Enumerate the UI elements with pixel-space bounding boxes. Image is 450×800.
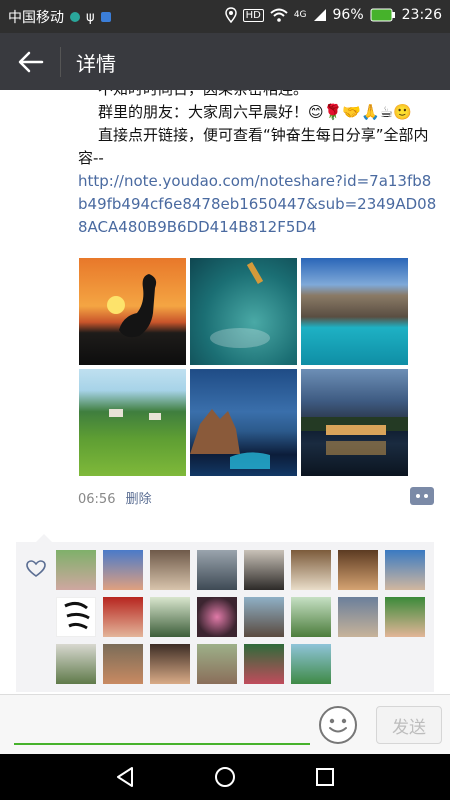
- avatar[interactable]: [197, 644, 237, 684]
- signal-icon: [313, 9, 326, 21]
- input-underline: [14, 743, 310, 745]
- avatar[interactable]: [56, 644, 96, 684]
- avatar[interactable]: [103, 550, 143, 590]
- clock-label: 23:26: [401, 7, 442, 23]
- photo-green-village[interactable]: [79, 369, 186, 476]
- back-arrow-icon[interactable]: [18, 49, 44, 75]
- avatar[interactable]: [56, 550, 96, 590]
- photo-teal-water[interactable]: [190, 258, 297, 365]
- title-divider: [60, 47, 61, 77]
- post-meta: 06:56 删除: [78, 488, 152, 507]
- avatar[interactable]: [150, 597, 190, 637]
- network-label: 4G: [293, 10, 307, 20]
- carrier-label: 中国移动: [8, 10, 64, 26]
- post-link[interactable]: http://note.youdao.com/noteshare?id=7a13…: [78, 170, 438, 239]
- avatar[interactable]: [385, 550, 425, 590]
- emoji-button[interactable]: [319, 706, 357, 744]
- usb-icon: ψ: [86, 9, 95, 25]
- hd-badge: HD: [242, 8, 264, 22]
- avatar[interactable]: [197, 597, 237, 637]
- avatar[interactable]: [291, 644, 331, 684]
- send-button[interactable]: 发送: [376, 706, 442, 744]
- nav-back-icon[interactable]: [114, 766, 136, 788]
- comment-input[interactable]: [14, 707, 314, 743]
- nav-recents-icon[interactable]: [314, 766, 336, 788]
- avatar[interactable]: [244, 550, 284, 590]
- avatar[interactable]: [338, 550, 378, 590]
- avatar[interactable]: [244, 597, 284, 637]
- nav-home-icon[interactable]: [214, 766, 236, 788]
- avatar[interactable]: [56, 597, 96, 637]
- status-bar: 中国移动 ψ HD 4G 96% 23:26: [0, 0, 450, 33]
- post-line-2: 群里的朋友：大家周六早晨好！😊🌹🤝🙏☕🙂: [98, 103, 412, 121]
- battery-label: 96%: [332, 7, 364, 23]
- wechat-notify-icon: [70, 12, 80, 22]
- avatar[interactable]: [338, 597, 378, 637]
- avatar[interactable]: [291, 597, 331, 637]
- avatar[interactable]: [385, 597, 425, 637]
- avatar[interactable]: [291, 550, 331, 590]
- photo-grid: [79, 258, 409, 476]
- photo-crater-lake[interactable]: [301, 258, 408, 365]
- avatar[interactable]: [103, 644, 143, 684]
- post-detail: 不知时时同日，因果亲密相连。 群里的朋友：大家周六早晨好！😊🌹🤝🙏☕🙂 直接点开…: [0, 90, 450, 694]
- liker-avatars: [56, 550, 431, 684]
- avatar[interactable]: [197, 550, 237, 590]
- comment-icon[interactable]: [410, 487, 434, 505]
- app-notify-icon: [100, 12, 111, 22]
- photo-crane-sunset[interactable]: [79, 258, 186, 365]
- likes-pointer: [36, 534, 52, 542]
- page-title: 详情: [76, 52, 116, 76]
- post-line-1: 不知时时同日，因果亲密相连。: [78, 90, 438, 101]
- avatar[interactable]: [150, 550, 190, 590]
- avatar[interactable]: [103, 597, 143, 637]
- wifi-icon: [270, 8, 288, 22]
- location-icon: [224, 7, 237, 23]
- avatar[interactable]: [150, 644, 190, 684]
- delete-link[interactable]: 删除: [126, 492, 152, 507]
- battery-icon: [370, 8, 395, 22]
- title-bar: 详情: [0, 33, 450, 90]
- likes-panel: [16, 534, 434, 692]
- avatar[interactable]: [244, 644, 284, 684]
- comment-input-bar: 发送: [0, 694, 450, 755]
- smiley-icon: [329, 718, 347, 733]
- photo-night-rocks[interactable]: [190, 369, 297, 476]
- post-line-3: 直接点开链接，便可查看“钟奋生每日分享”全部内容--: [78, 126, 429, 167]
- photo-lake-resort[interactable]: [301, 369, 408, 476]
- post-text: 不知时时同日，因果亲密相连。 群里的朋友：大家周六早晨好！😊🌹🤝🙏☕🙂 直接点开…: [78, 90, 438, 239]
- heart-icon: [26, 560, 46, 577]
- system-nav-bar: [0, 754, 450, 800]
- post-time: 06:56: [78, 492, 116, 507]
